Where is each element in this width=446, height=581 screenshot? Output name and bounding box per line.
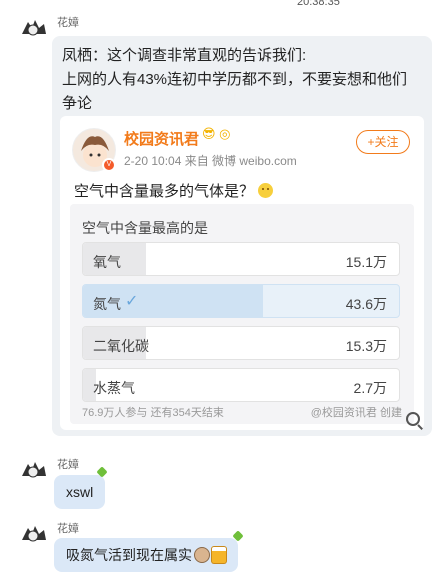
avatar[interactable] [20,522,48,544]
check-icon: ✓ [125,293,139,310]
post-meta: 2-20 10:04 来自 微博 weibo.com [124,154,297,168]
follow-button[interactable]: +关注 [356,130,410,154]
poll-title: 空气中含量最高的是 [82,220,208,236]
post-question: 空气中含量最多的气体是？ [74,180,274,201]
poll-option-value: 15.1万 [345,254,387,270]
message-text: 吸氮气活到现在属实 [66,547,192,563]
message-text: 凤栖：这个调查非常直观的告诉我们: 上网的人有43%连初中学历都不到，不要妄想和… [62,47,408,112]
poll-option-label: 氧气 [93,254,121,270]
message-bubble[interactable]: 吸氮气活到现在属实 [54,538,238,572]
sender-name: 花嫜 [57,459,79,471]
poll-creator: @校园资讯君 创建 [310,407,402,419]
poll-option-label: 二氧化碳 [93,338,149,354]
poll-participants: 76.9万人参与 还有354天结束 [82,407,224,419]
sender-name: 花嫜 [57,17,79,29]
verified-badge-icon: V [102,158,116,172]
account-name[interactable]: 校园资讯君 [124,128,199,149]
face-emoji-icon [194,547,210,563]
smile-emoji-icon [258,183,274,198]
avatar[interactable] [20,16,48,38]
message-bubble[interactable]: 凤栖：这个调查非常直观的告诉我们: 上网的人有43%连初中学历都不到，不要妄想和… [52,36,432,436]
poll-option[interactable]: 氮气 ✓ 43.6万 [82,284,400,318]
avatar[interactable] [20,458,48,480]
poll: 空气中含量最高的是 氧气 15.1万 氮气 ✓ 43.6万 二氧化碳 15.3万… [70,204,414,424]
beer-emoji-icon [212,547,226,563]
poll-option[interactable]: 水蒸气 2.7万 [82,368,400,402]
poll-option-label: 氮气 [93,296,121,312]
poll-option-label: 水蒸气 [93,380,135,396]
account-badges-icon: 😎 ◎ [202,126,231,141]
zoom-in-icon[interactable] [406,412,420,426]
message-bubble[interactable]: xswl [54,475,106,509]
message-text: xswl [66,484,94,500]
poll-option[interactable]: 二氧化碳 15.3万 [82,326,400,360]
poll-option-value: 15.3万 [345,338,387,354]
weibo-post-card[interactable]: V 校园资讯君 😎 ◎ 2-20 10:04 来自 微博 weibo.com +… [60,116,424,430]
sender-name: 花嫜 [57,523,79,535]
poll-option-value: 2.7万 [353,380,387,396]
poll-option[interactable]: 氧气 15.1万 [82,242,400,276]
timestamp: 20:38:35 [297,0,340,8]
poll-option-value: 43.6万 [345,296,387,312]
